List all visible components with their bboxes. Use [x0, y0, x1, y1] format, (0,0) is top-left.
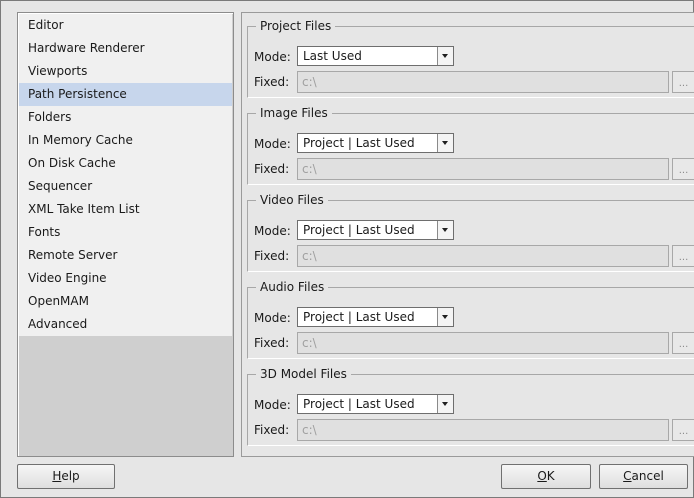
sidebar-item-video-engine[interactable]: Video Engine [19, 267, 232, 290]
mode-label: Mode: [254, 50, 291, 64]
fixed-path-input[interactable]: c:\ [297, 71, 669, 93]
sidebar-item-on-disk-cache[interactable]: On Disk Cache [19, 152, 232, 175]
category-sidebar: Editor Hardware Renderer Viewports Path … [17, 12, 234, 457]
mode-select-value: Project | Last Used [303, 223, 415, 237]
help-button-mnemonic: H [52, 469, 62, 483]
mode-label: Mode: [254, 311, 291, 325]
sidebar-item-advanced[interactable]: Advanced [19, 313, 232, 336]
sidebar-item-openmam[interactable]: OpenMAM [19, 290, 232, 313]
browse-button[interactable]: ... [672, 245, 694, 267]
mode-select[interactable]: Project | Last Used [297, 307, 454, 327]
sidebar-item-xml-take-item-list[interactable]: XML Take Item List [19, 198, 232, 221]
chevron-down-icon[interactable] [437, 308, 453, 326]
video-files-group: Video Files Mode: Project | Last Used Fi… [247, 192, 694, 272]
3d-model-files-group: 3D Model Files Mode: Project | Last Used… [247, 366, 694, 446]
image-files-group: Image Files Mode: Project | Last Used Fi… [247, 105, 694, 185]
sidebar-item-folders[interactable]: Folders [19, 106, 232, 129]
fixed-path-value: c:\ [302, 75, 317, 89]
fixed-label: Fixed: [254, 336, 290, 350]
path-persistence-panel: Project Files Mode: Last Used Fixed: c:\… [241, 12, 694, 457]
sidebar-item-hardware-renderer[interactable]: Hardware Renderer [19, 37, 232, 60]
group-title: 3D Model Files [256, 366, 351, 382]
help-button-label: elp [61, 469, 80, 483]
fixed-label: Fixed: [254, 423, 290, 437]
fixed-path-input[interactable]: c:\ [297, 419, 669, 441]
fixed-path-value: c:\ [302, 336, 317, 350]
fixed-label: Fixed: [254, 249, 290, 263]
chevron-down-icon[interactable] [437, 47, 453, 65]
chevron-down-icon[interactable] [437, 221, 453, 239]
ok-button-label: K [546, 469, 555, 483]
mode-select-value: Last Used [303, 49, 362, 63]
mode-select-value: Project | Last Used [303, 397, 415, 411]
sidebar-item-editor[interactable]: Editor [19, 14, 232, 37]
cancel-button[interactable]: Cancel [599, 464, 688, 489]
mode-select-value: Project | Last Used [303, 310, 415, 324]
mode-select[interactable]: Project | Last Used [297, 220, 454, 240]
browse-button[interactable]: ... [672, 158, 694, 180]
audio-files-group: Audio Files Mode: Project | Last Used Fi… [247, 279, 694, 359]
preferences-dialog: Editor Hardware Renderer Viewports Path … [0, 0, 694, 498]
sidebar-item-sequencer[interactable]: Sequencer [19, 175, 232, 198]
fixed-path-input[interactable]: c:\ [297, 332, 669, 354]
fixed-path-value: c:\ [302, 423, 317, 437]
ok-button[interactable]: OK [501, 464, 591, 489]
mode-label: Mode: [254, 398, 291, 412]
group-title: Audio Files [256, 279, 329, 295]
fixed-label: Fixed: [254, 75, 290, 89]
chevron-down-icon[interactable] [437, 395, 453, 413]
mode-select[interactable]: Project | Last Used [297, 394, 454, 414]
fixed-path-input[interactable]: c:\ [297, 158, 669, 180]
browse-button[interactable]: ... [672, 71, 694, 93]
sidebar-item-fonts[interactable]: Fonts [19, 221, 232, 244]
ok-button-mnemonic: O [537, 469, 547, 483]
category-list: Editor Hardware Renderer Viewports Path … [19, 14, 232, 336]
fixed-path-input[interactable]: c:\ [297, 245, 669, 267]
sidebar-item-path-persistence[interactable]: Path Persistence [19, 83, 232, 106]
group-title: Video Files [256, 192, 328, 208]
mode-select[interactable]: Last Used [297, 46, 454, 66]
browse-button[interactable]: ... [672, 419, 694, 441]
fixed-path-value: c:\ [302, 249, 317, 263]
project-files-group: Project Files Mode: Last Used Fixed: c:\… [247, 18, 694, 98]
sidebar-item-in-memory-cache[interactable]: In Memory Cache [19, 129, 232, 152]
fixed-path-value: c:\ [302, 162, 317, 176]
browse-button[interactable]: ... [672, 332, 694, 354]
mode-label: Mode: [254, 224, 291, 238]
mode-label: Mode: [254, 137, 291, 151]
help-button[interactable]: Help [17, 464, 115, 489]
group-title: Image Files [256, 105, 332, 121]
group-title: Project Files [256, 18, 336, 34]
cancel-button-mnemonic: C [623, 469, 632, 483]
chevron-down-icon[interactable] [437, 134, 453, 152]
sidebar-item-viewports[interactable]: Viewports [19, 60, 232, 83]
mode-select-value: Project | Last Used [303, 136, 415, 150]
cancel-button-label: ancel [631, 469, 664, 483]
mode-select[interactable]: Project | Last Used [297, 133, 454, 153]
sidebar-item-remote-server[interactable]: Remote Server [19, 244, 232, 267]
fixed-label: Fixed: [254, 162, 290, 176]
